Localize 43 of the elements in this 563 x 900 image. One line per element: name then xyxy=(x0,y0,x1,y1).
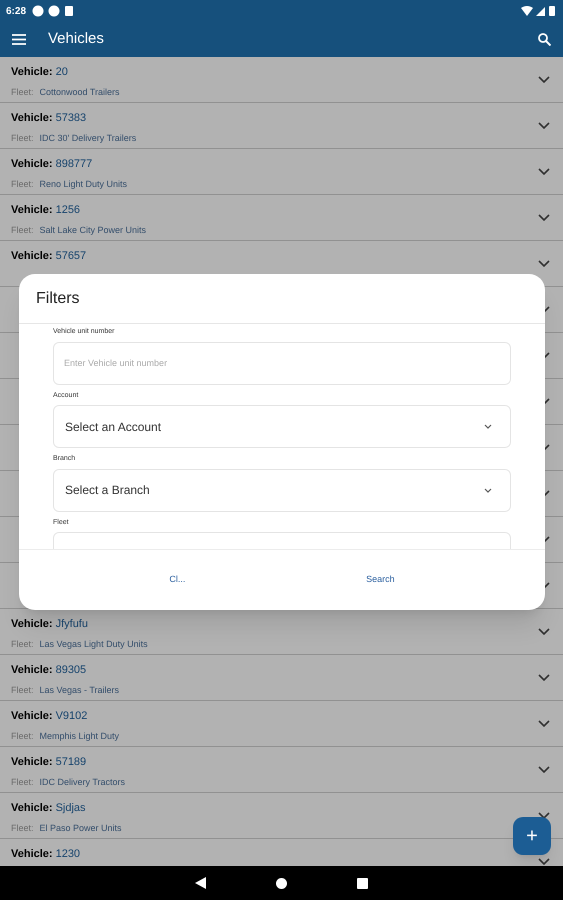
vehicle-label: Vehicle: xyxy=(11,617,53,632)
fleet-name: Reno Light Duty Units xyxy=(40,178,128,191)
fleet-label: Fleet: xyxy=(11,730,34,742)
fleet-label: Fleet: xyxy=(11,776,34,788)
vehicle-label: Vehicle: xyxy=(11,249,53,264)
app-title: Vehicles xyxy=(48,29,104,50)
fleet-name: IDC 30' Delivery Trailers xyxy=(40,132,136,145)
fleet-label: Fleet: xyxy=(11,86,34,98)
vehicle-number: 898777 xyxy=(56,157,92,172)
fleet-label: Fleet: xyxy=(11,132,34,144)
fleet-name: Cottonwood Trailers xyxy=(40,86,120,98)
fleet-label: Fleet: xyxy=(11,178,34,190)
fleet-label: Fleet: xyxy=(11,684,34,696)
vehicle-label: Vehicle: xyxy=(11,801,53,816)
vehicle-number: 89305 xyxy=(56,663,86,678)
fleet-name: El Paso Power Units xyxy=(40,822,122,834)
vehicle-label: Vehicle: xyxy=(11,111,53,126)
vehicle-number: 57383 xyxy=(56,111,86,126)
dialog-title: Filters xyxy=(36,288,80,308)
vehicle-number: 57189 xyxy=(56,755,86,770)
vehicle-number: 1256 xyxy=(56,203,80,218)
status-time: 6:28 xyxy=(6,4,26,18)
vehicle-number: 20 xyxy=(56,65,68,80)
fleet-label: Fleet: xyxy=(11,638,34,650)
vehicle-number: 1230 xyxy=(56,847,80,862)
fleet-name: Las Vegas Light Duty Units xyxy=(40,638,148,651)
fleet-label: Fleet: xyxy=(11,224,34,236)
vehicle-label: Vehicle: xyxy=(11,157,53,172)
fleet-name: IDC Delivery Tractors xyxy=(40,776,126,789)
fleet-label: Fleet: xyxy=(11,822,34,834)
vehicle-number: 57657 xyxy=(56,249,86,264)
fleet-name: Las Vegas - Trailers xyxy=(40,684,120,697)
vehicle-label: Vehicle: xyxy=(11,755,53,770)
vehicle-number: V9102 xyxy=(56,709,88,724)
vehicle-label: Vehicle: xyxy=(11,663,53,678)
vehicle-number: Jfyfufu xyxy=(56,617,88,632)
vehicle-label: Vehicle: xyxy=(11,847,53,862)
vehicle-label: Vehicle: xyxy=(11,709,53,724)
vehicle-label: Vehicle: xyxy=(11,65,53,80)
vehicle-label: Vehicle: xyxy=(11,203,53,218)
fleet-name: Memphis Light Duty xyxy=(40,730,120,743)
vehicle-number: Sjdjas xyxy=(56,801,86,816)
fleet-name: Salt Lake City Power Units xyxy=(40,224,146,237)
